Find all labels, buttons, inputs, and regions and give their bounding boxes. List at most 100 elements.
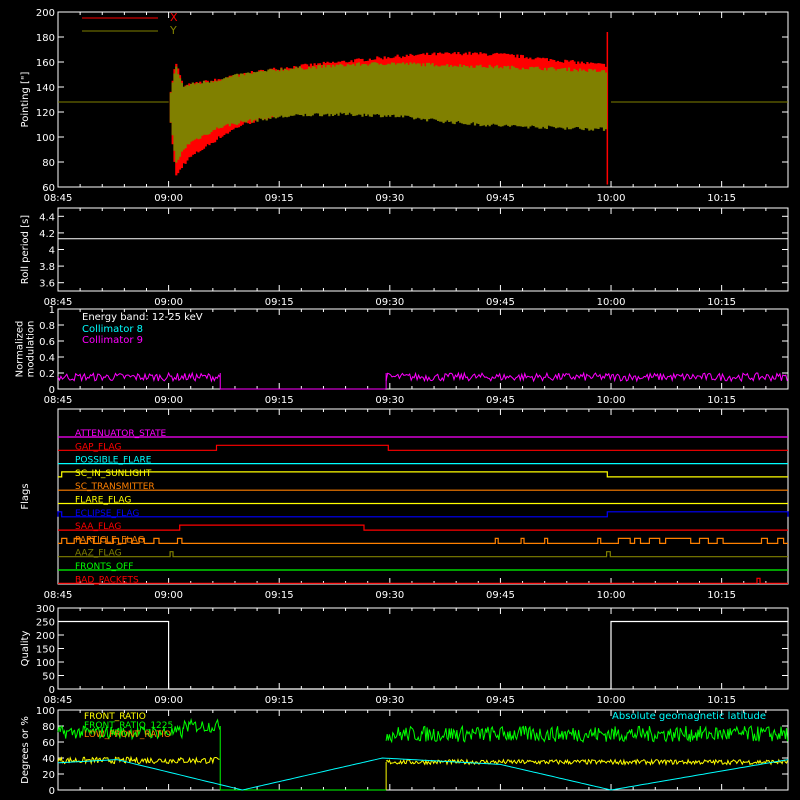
y-tick-label: 300 [36,604,55,615]
panel-quality: 08:45 09:00 09:15 09:30 09:45 10:00 10:15 0 50 10… [20,604,789,706]
panel-frame [57,408,789,585]
x-tick-label: 08:45 [44,395,73,406]
x-tick-label: 09:15 [265,297,294,308]
legend-label: Y [169,24,177,37]
y-tick-label: 100 [36,706,55,717]
y-tick-label: 50 [42,672,55,683]
front-trace [385,758,789,767]
panel-frame [57,607,789,690]
y-axis-label: Roll period [s] [20,215,31,284]
legend-label: X [170,11,178,24]
flag-trace-aaz_flag [58,551,788,558]
panel-modulation: 08:45 09:00 09:15 09:30 09:45 10:00 10:15 0 0.2 0… [15,305,789,406]
panel-front: 020406080100Degrees or % FRONT_RATIOFRONT… [20,706,789,797]
plot-panels: 08:45 09:00 09:15 09:30 09:45 10:00 10:15 60 80 1… [15,8,789,797]
x-tick-label: 10:15 [707,590,736,601]
x-tick-label: 08:45 [44,590,73,601]
x-tick-label: 10:15 [707,695,736,706]
x-tick-label: 09:45 [486,193,515,204]
y-tick-label: 0.4 [39,353,55,364]
y-tick-label: 150 [36,645,55,656]
panel-flags: 08:45 09:00 09:15 09:30 09:45 10:00 10:15 Flags… [20,408,789,601]
quality-trace [58,620,788,690]
x-tick-label: 09:30 [375,297,404,308]
x-tick-label: 10:00 [597,590,626,601]
y-tick-label: 200 [36,8,55,19]
flag-trace-particle_flag [58,537,788,544]
y-axis-label: Pointing ["] [20,71,31,127]
x-tick-label: 09:45 [486,695,515,706]
energy-band-annotation: Energy band: 12-25 keV [82,312,203,323]
y-tick-label: 250 [36,618,55,629]
x-tick-label: 10:15 [707,297,736,308]
y-tick-label: 0 [49,685,55,696]
y-axis-label: Quality [20,631,31,667]
y-tick-label: 100 [36,133,55,144]
y-tick-label: 3.6 [39,279,55,290]
y-tick-label: 140 [36,83,55,94]
x-tick-label: 09:00 [154,193,183,204]
y-tick-label: 0.6 [39,337,55,348]
y-tick-label: 1 [49,305,55,316]
y-tick-label: 180 [36,33,55,44]
legend-label: Collimator 8 [82,324,143,335]
y-tick-label: 4.4 [39,212,55,223]
y-axis-label: modulation [26,321,37,378]
x-tick-label: 09:15 [265,590,294,601]
x-tick-label: 09:15 [265,193,294,204]
y-tick-label: 60 [42,183,55,194]
geomagnetic-latitude-label: Absolute geomagnetic latitude [612,711,766,722]
x-tick-label: 09:15 [265,395,294,406]
y-axis-label: Degrees or % [20,716,31,784]
x-tick-label: 09:30 [375,193,404,204]
y-tick-label: 200 [36,631,55,642]
flag-label: SC_IN_SUNLIGHT [75,469,152,479]
y-tick-label: 4.2 [39,229,55,240]
y-tick-label: 80 [42,722,55,733]
x-tick-label: 09:45 [486,297,515,308]
x-tick-label: 09:00 [154,395,183,406]
x-tick-label: 09:45 [486,590,515,601]
front-trace [385,724,789,744]
y-tick-label: 60 [42,738,55,749]
x-tick-label: 09:30 [375,590,404,601]
x-tick-label: 10:00 [597,297,626,308]
y-tick-label: 4 [49,246,55,257]
x-tick-label: 09:30 [375,695,404,706]
y-tick-label: 0.2 [39,369,55,380]
y-tick-label: 0.8 [39,321,55,332]
x-tick-label: 08:45 [44,695,73,706]
flag-trace-bad_packets [58,577,788,584]
legend-label: Collimator 9 [82,335,143,346]
x-tick-label: 10:00 [597,395,626,406]
y-tick-label: 80 [42,158,55,169]
x-tick-label: 09:00 [154,590,183,601]
flag-trace-eclipse_flag [57,511,789,518]
y-tick-label: 20 [42,770,55,781]
flag-trace-saa_flag [58,524,788,531]
y-tick-label: 40 [42,754,55,765]
flag-trace-sc_in_sunlight [58,471,788,478]
y-tick-label: 0 [49,385,55,396]
modulation-trace [385,371,788,383]
x-tick-label: 10:00 [597,193,626,204]
x-tick-label: 08:45 [44,193,73,204]
y-tick-label: 100 [36,658,55,669]
y-tick-label: 160 [36,58,55,69]
series-Y-band [169,62,607,163]
y-tick-label: 0 [49,786,55,797]
y-tick-label: 3.8 [39,262,55,273]
x-tick-label: 10:15 [707,193,736,204]
modulation-trace [57,371,221,383]
y-axis-label: Flags [20,483,31,509]
panel-pointing: 08:45 09:00 09:15 09:30 09:45 10:00 10:15 60 80 1… [20,8,789,204]
x-tick-label: 09:00 [154,695,183,706]
y-tick-label: 120 [36,108,55,119]
x-tick-label: 09:15 [265,695,294,706]
x-tick-label: 09:45 [486,395,515,406]
x-tick-label: 09:30 [375,395,404,406]
x-tick-label: 10:15 [707,395,736,406]
y-axis-label: Normalized [15,321,26,378]
hessi-observing-summary: 08:45 09:00 09:15 09:30 09:45 10:00 10:15 60 80 1… [15,8,789,797]
front-trace [57,755,220,766]
